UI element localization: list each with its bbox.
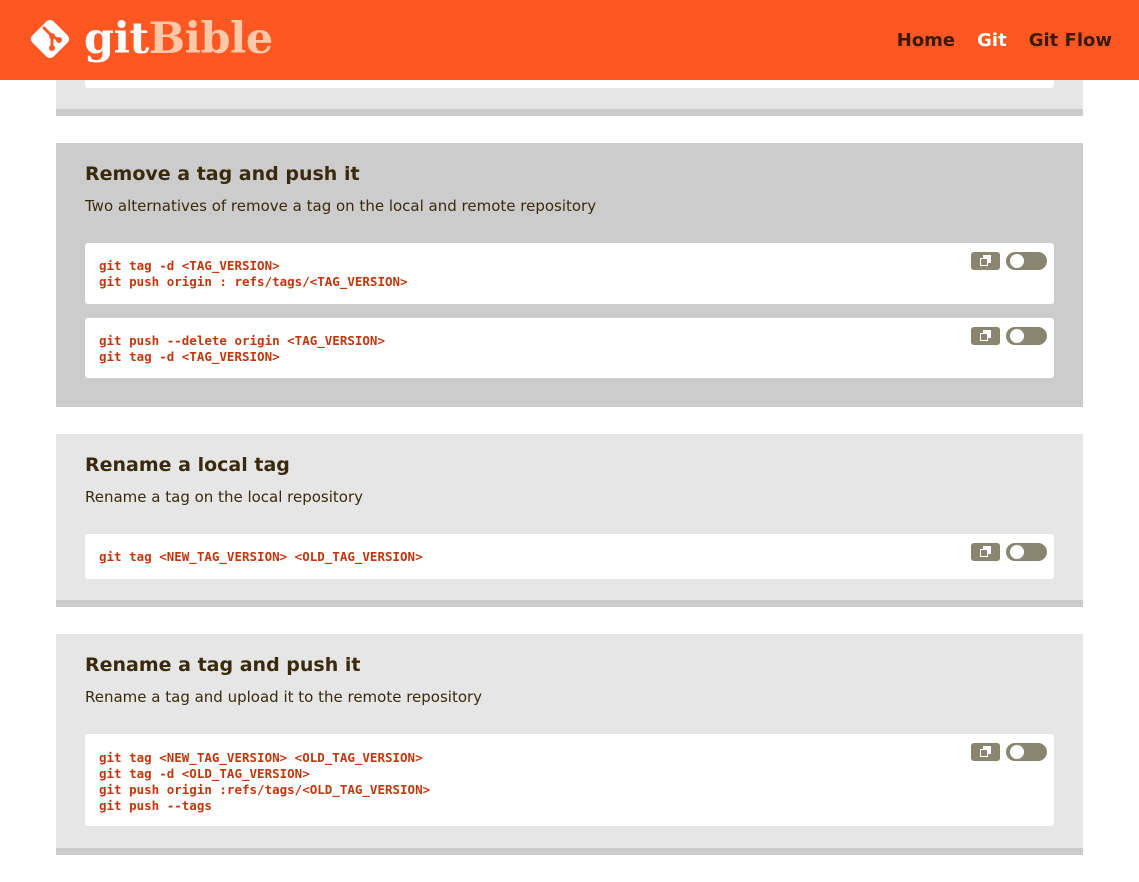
code-line: git push origin :refs/tags/<OLD_TAG_VERS… — [99, 782, 431, 797]
logo-text: gitBible — [84, 15, 273, 63]
section-divider — [56, 848, 1083, 855]
code-line: git tag -d <OLD_TAG_VERSION> — [99, 766, 310, 781]
logo-text-git: git — [84, 14, 149, 64]
section-title: Rename a local tag — [85, 454, 290, 476]
toggle-knob — [1010, 745, 1024, 759]
toggle-switch[interactable] — [1006, 543, 1047, 561]
section-rename-local-tag: Rename a local tag Rename a tag on the l… — [56, 434, 1083, 607]
code-line: git tag -d <TAG_VERSION> — [99, 258, 280, 273]
code-line: git tag -d <TAG_VERSION> — [99, 349, 280, 364]
main-nav: Home Git Git Flow — [875, 0, 1112, 80]
code-line: git push origin : refs/tags/<TAG_VERSION… — [99, 274, 408, 289]
section-title: Remove a tag and push it — [85, 163, 360, 185]
copy-icon[interactable] — [971, 252, 1000, 270]
section-title: Rename a tag and push it — [85, 654, 361, 676]
toggle-knob — [1010, 545, 1024, 559]
logo-text-bible: Bible — [148, 14, 273, 64]
nav-git-flow[interactable]: Git Flow — [1029, 30, 1112, 51]
site-header: gitBible Home Git Git Flow — [0, 0, 1139, 80]
section-divider — [56, 600, 1083, 607]
section-description: Rename a tag on the local repository — [85, 488, 364, 506]
copy-icon[interactable] — [971, 543, 1000, 561]
section-rename-tag-push: Rename a tag and push it Rename a tag an… — [56, 634, 1083, 855]
toggle-knob — [1010, 254, 1024, 268]
section-description: Two alternatives of remove a tag on the … — [85, 197, 597, 215]
code-line: git tag <NEW_TAG_VERSION> <OLD_TAG_VERSI… — [99, 549, 423, 564]
code-block: git tag -d <TAG_VERSION> git push origin… — [85, 243, 1054, 304]
toggle-knob — [1010, 329, 1024, 343]
toggle-switch[interactable] — [1006, 327, 1047, 345]
nav-home[interactable]: Home — [897, 30, 955, 51]
logo[interactable]: gitBible — [26, 15, 273, 63]
toggle-switch[interactable] — [1006, 252, 1047, 270]
section-description: Rename a tag and upload it to the remote… — [85, 688, 483, 706]
code-block: git tag <NEW_TAG_VERSION> <OLD_TAG_VERSI… — [85, 734, 1054, 826]
copy-icon[interactable] — [971, 327, 1000, 345]
section-remove-tag-push: Remove a tag and push it Two alternative… — [56, 143, 1083, 407]
code-block: git push --delete origin <TAG_VERSION> g… — [85, 318, 1054, 378]
code-line: git tag <NEW_TAG_VERSION> <OLD_TAG_VERSI… — [99, 750, 423, 765]
nav-git[interactable]: Git — [977, 30, 1007, 51]
toggle-switch[interactable] — [1006, 743, 1047, 761]
git-logo-icon — [30, 19, 70, 59]
code-line: git push --delete origin <TAG_VERSION> — [99, 333, 385, 348]
code-block: git tag <NEW_TAG_VERSION> <OLD_TAG_VERSI… — [85, 534, 1054, 579]
code-line: git push --tags — [99, 798, 212, 813]
copy-icon[interactable] — [971, 743, 1000, 761]
section-divider — [56, 109, 1083, 116]
page: Remove a tag and push it Two alternative… — [0, 0, 1139, 882]
